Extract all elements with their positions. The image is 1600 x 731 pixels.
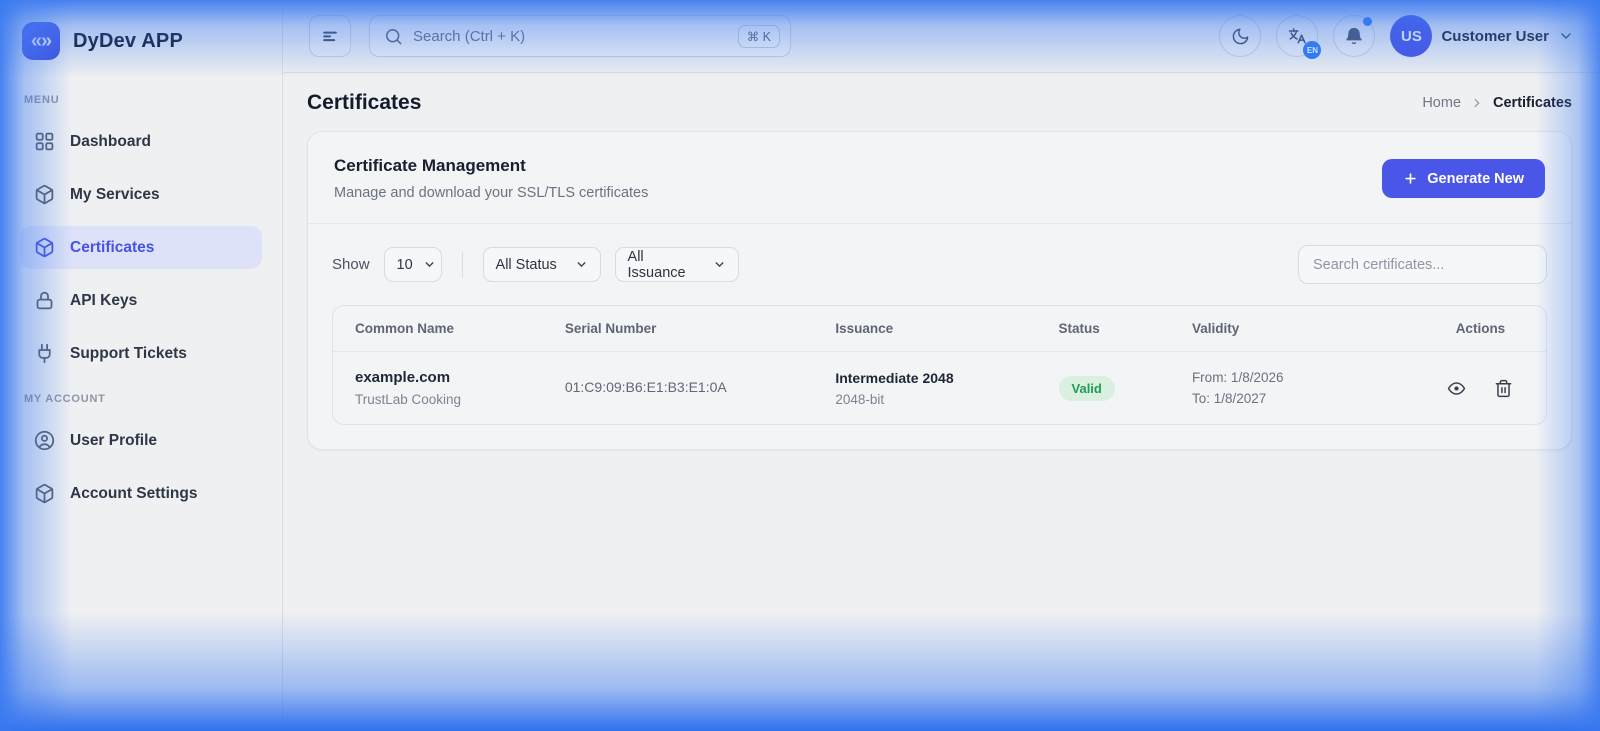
- chevron-down-icon: [423, 258, 436, 271]
- page-content: Certificates Home Certificates Certifica…: [283, 73, 1600, 450]
- status-badge: Valid: [1059, 376, 1115, 401]
- table-header-row: Common Name Serial Number Issuance Statu…: [333, 306, 1546, 352]
- certificates-search-input[interactable]: [1298, 245, 1547, 284]
- page-size-value: 10: [397, 257, 413, 273]
- card-subtitle: Manage and download your SSL/TLS certifi…: [334, 185, 648, 201]
- sidebar-item-label: Dashboard: [70, 133, 151, 151]
- sidebar-item-support-tickets[interactable]: Support Tickets: [20, 332, 262, 375]
- search-shortcut-badge: ⌘ K: [738, 25, 780, 48]
- sidebar-item-label: User Profile: [70, 432, 157, 450]
- sidebar-item-label: Certificates: [70, 239, 154, 257]
- sidebar-item-label: My Services: [70, 186, 160, 204]
- sidebar-item-api-keys[interactable]: API Keys: [20, 279, 262, 322]
- status-filter-select[interactable]: All Status: [483, 247, 601, 282]
- search-input[interactable]: [413, 28, 728, 45]
- sidebar-section-account-label: MY ACCOUNT: [0, 393, 282, 405]
- user-name: Customer User: [1441, 28, 1549, 45]
- menu-icon: [320, 26, 340, 46]
- language-button[interactable]: EN: [1276, 15, 1318, 57]
- column-header-common-name: Common Name: [333, 306, 543, 351]
- plug-icon: [34, 343, 55, 364]
- plus-icon: [1403, 171, 1418, 186]
- sidebar-toggle-button[interactable]: [309, 15, 351, 57]
- sidebar-item-label: Account Settings: [70, 485, 197, 503]
- show-label: Show: [332, 256, 370, 273]
- trash-icon: [1494, 379, 1513, 398]
- logo-chevrons-icon: «»: [22, 22, 60, 60]
- card-header: Certificate Management Manage and downlo…: [308, 132, 1571, 223]
- chevron-right-icon: [1470, 96, 1484, 110]
- sidebar-item-label: API Keys: [70, 292, 137, 310]
- notifications-button[interactable]: [1333, 15, 1375, 57]
- sidebar-item-certificates[interactable]: Certificates: [20, 226, 262, 269]
- sidebar-item-user-profile[interactable]: User Profile: [20, 419, 262, 462]
- topbar: ⌘ K EN: [283, 0, 1600, 73]
- bell-icon: [1344, 26, 1364, 46]
- issuance-filter-select[interactable]: All Issuance: [615, 247, 739, 282]
- column-header-serial-number: Serial Number: [543, 306, 813, 351]
- issuance-filter-value: All Issuance: [628, 249, 703, 281]
- main-area: ⌘ K EN: [283, 0, 1600, 731]
- view-certificate-button[interactable]: [1447, 379, 1466, 398]
- cert-valid-to: To: 1/8/2027: [1192, 391, 1393, 406]
- app-title: DyDev APP: [73, 30, 183, 53]
- sidebar-item-account-settings[interactable]: Account Settings: [20, 472, 262, 515]
- page-size-select[interactable]: 10: [384, 247, 442, 282]
- card-title: Certificate Management: [334, 156, 648, 176]
- breadcrumb-current: Certificates: [1493, 95, 1572, 111]
- sidebar-item-dashboard[interactable]: Dashboard: [20, 120, 262, 163]
- cert-key-size: 2048-bit: [835, 392, 1014, 407]
- breadcrumb: Home Certificates: [1422, 95, 1572, 111]
- status-filter-value: All Status: [496, 257, 557, 273]
- cert-issuance: Intermediate 2048: [835, 370, 1014, 386]
- page-title: Certificates: [307, 91, 421, 115]
- cube-icon: [34, 237, 55, 258]
- filter-divider: [462, 252, 463, 278]
- cert-valid-from: From: 1/8/2026: [1192, 370, 1393, 385]
- certificates-table: Common Name Serial Number Issuance Statu…: [332, 305, 1547, 425]
- grid-icon: [34, 131, 55, 152]
- topbar-actions: EN US Customer User: [1219, 15, 1574, 57]
- cube-icon: [34, 483, 55, 504]
- notification-dot: [1363, 17, 1372, 26]
- certificate-management-card: Certificate Management Manage and downlo…: [307, 131, 1572, 450]
- sidebar-section-menu-label: MENU: [0, 94, 282, 106]
- column-header-status: Status: [1037, 306, 1170, 351]
- sidebar-item-label: Support Tickets: [70, 345, 187, 363]
- chevron-down-icon: [713, 258, 726, 271]
- chevron-down-icon: [1558, 28, 1574, 44]
- generate-new-button[interactable]: Generate New: [1382, 159, 1545, 198]
- table-row: example.com TrustLab Cooking 01:C9:09:B6…: [333, 352, 1546, 424]
- chevron-down-icon: [575, 258, 588, 271]
- column-header-issuance: Issuance: [813, 306, 1036, 351]
- cert-serial-number: 01:C9:09:B6:E1:B3:E1:0A: [565, 379, 727, 395]
- cert-common-name: example.com: [355, 369, 521, 386]
- user-circle-icon: [34, 430, 55, 451]
- user-menu[interactable]: US Customer User: [1390, 15, 1574, 57]
- lock-icon: [34, 290, 55, 311]
- app-logo[interactable]: «» DyDev APP: [0, 22, 282, 60]
- language-badge: EN: [1303, 41, 1321, 59]
- avatar: US: [1390, 15, 1432, 57]
- sidebar: «» DyDev APP MENU Dashboard My Services …: [0, 0, 283, 731]
- delete-certificate-button[interactable]: [1494, 379, 1513, 398]
- search-icon: [384, 27, 403, 46]
- sidebar-item-my-services[interactable]: My Services: [20, 173, 262, 216]
- app-root: «» DyDev APP MENU Dashboard My Services …: [0, 0, 1600, 731]
- dark-mode-button[interactable]: [1219, 15, 1261, 57]
- cube-icon: [34, 184, 55, 205]
- cert-organization: TrustLab Cooking: [355, 392, 521, 407]
- moon-icon: [1231, 27, 1250, 46]
- global-search: ⌘ K: [369, 15, 791, 57]
- filter-row: Show 10 All Status: [308, 224, 1571, 305]
- page-header: Certificates Home Certificates: [307, 91, 1572, 115]
- breadcrumb-home-link[interactable]: Home: [1422, 95, 1461, 111]
- column-header-actions: Actions: [1415, 306, 1546, 351]
- eye-icon: [1447, 379, 1466, 398]
- generate-new-label: Generate New: [1427, 171, 1524, 187]
- column-header-validity: Validity: [1170, 306, 1415, 351]
